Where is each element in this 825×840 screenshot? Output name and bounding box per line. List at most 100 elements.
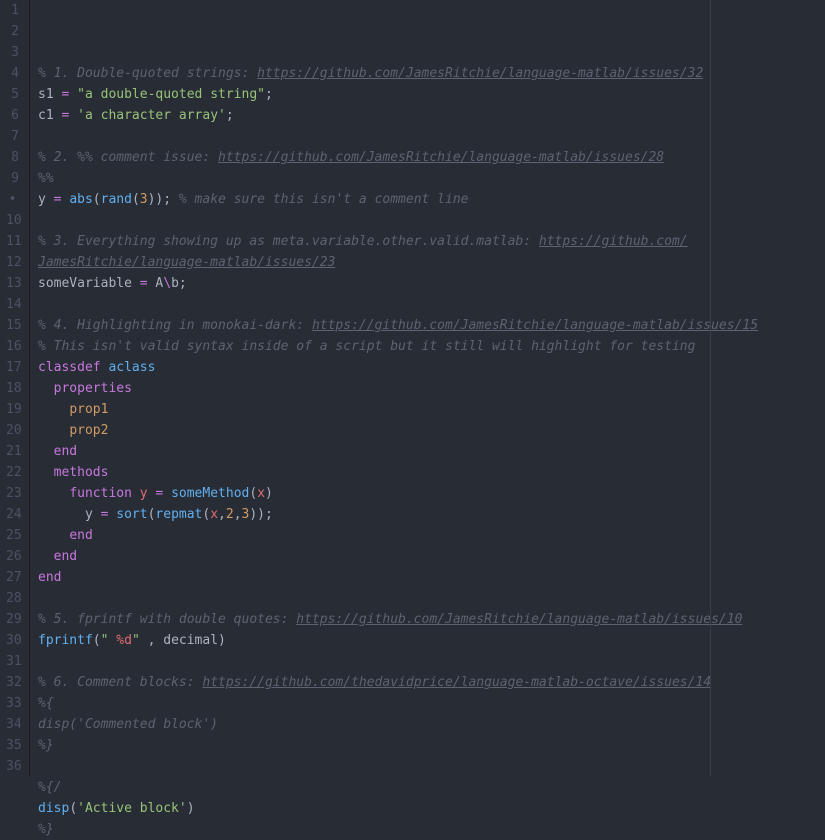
code-line[interactable]: classdef aclass [38,357,825,378]
token-pl: ( [69,801,77,816]
line-number: 2 [6,21,19,42]
token-cm: % 3. Everything showing up as meta.varia… [38,234,539,249]
line-number: 6 [6,105,19,126]
code-line[interactable]: %{/ [38,777,825,798]
code-line[interactable]: %% [38,168,825,189]
token-cm: disp('Commented block') [38,717,218,732]
token-pl: y [38,507,101,522]
code-line[interactable]: prop1 [38,399,825,420]
code-line[interactable]: end [38,546,825,567]
code-line[interactable]: prop2 [38,420,825,441]
code-line[interactable]: JamesRitchie/language-matlab/issues/23 [38,252,825,273]
line-number: 28 [6,588,19,609]
code-area[interactable]: % 1. Double-quoted strings: https://gith… [30,0,825,776]
token-pl [38,528,69,543]
token-fn: abs [69,192,92,207]
token-lnk: https://github.com/JamesRitchie/language… [296,612,742,627]
code-line[interactable] [38,210,825,231]
token-cm: %} [38,822,54,837]
token-pl: )); [148,192,179,207]
token-kw: end [69,528,92,543]
token-cm: % 6. Comment blocks: [38,675,202,690]
code-line[interactable]: % 6. Comment blocks: https://github.com/… [38,672,825,693]
code-line[interactable]: % 4. Highlighting in monokai-dark: https… [38,315,825,336]
line-number: 17 [6,357,19,378]
code-line[interactable]: % 5. fprintf with double quotes: https:/… [38,609,825,630]
code-line[interactable]: methods [38,462,825,483]
code-line[interactable]: properties [38,378,825,399]
token-num: 3 [140,192,148,207]
token-pl [38,465,54,480]
token-fn: rand [101,192,132,207]
token-kw: end [54,549,77,564]
token-pl: c1 [38,108,61,123]
code-line[interactable]: end [38,525,825,546]
code-line[interactable]: c1 = 'a character array'; [38,105,825,126]
token-kw: end [38,570,61,585]
line-number: 35 [6,735,19,756]
line-number: 20 [6,420,19,441]
line-number: 10 [6,210,19,231]
code-line[interactable]: disp('Active block') [38,798,825,819]
token-pl [69,108,77,123]
token-pl: ; [226,108,234,123]
code-line[interactable] [38,588,825,609]
code-line[interactable]: %{ [38,693,825,714]
token-lnk: https://github.com/JamesRitchie/language… [257,66,703,81]
code-line[interactable]: s1 = "a double-quoted string"; [38,84,825,105]
token-pl: ) [187,801,195,816]
code-line[interactable]: someVariable = A\b; [38,273,825,294]
code-line[interactable] [38,294,825,315]
token-kw: end [54,444,77,459]
line-number: 34 [6,714,19,735]
code-line[interactable]: fprintf(" %d" , decimal) [38,630,825,651]
code-line[interactable]: disp('Commented block') [38,714,825,735]
token-pl: b; [171,276,187,291]
line-number: 12 [6,252,19,273]
token-cm: %% [38,171,54,186]
token-kw: classdef [38,360,101,375]
token-fn: sort [116,507,147,522]
token-kw: \ [163,276,171,291]
token-pl: ( [93,633,101,648]
line-number: 24 [6,504,19,525]
line-number: 13 [6,273,19,294]
code-line[interactable]: %} [38,819,825,840]
token-cm: % This isn't valid syntax inside of a sc… [38,339,695,354]
token-fn: fprintf [38,633,93,648]
token-pl: s1 [38,87,61,102]
code-line[interactable] [38,756,825,777]
token-id: x [257,486,265,501]
code-line[interactable] [38,651,825,672]
code-editor[interactable]: 123456789•101112131415161718192021222324… [0,0,825,776]
token-pl [38,381,54,396]
code-line[interactable] [38,126,825,147]
token-str: "a double-quoted string" [77,87,265,102]
token-cm: % 5. fprintf with double quotes: [38,612,296,627]
line-number: 30 [6,630,19,651]
code-line[interactable]: y = abs(rand(3)); % make sure this isn't… [38,189,825,210]
line-number: 23 [6,483,19,504]
token-fn: someMethod [171,486,249,501]
code-line[interactable]: % 3. Everything showing up as meta.varia… [38,231,825,252]
code-line[interactable]: function y = someMethod(x) [38,483,825,504]
token-cm: % 1. Double-quoted strings: [38,66,257,81]
token-str: 'a character array' [77,108,226,123]
token-fn: aclass [108,360,155,375]
token-pl [132,486,140,501]
token-cm: % 2. %% comment issue: [38,150,218,165]
code-line[interactable]: %} [38,735,825,756]
code-line[interactable]: % 2. %% comment issue: https://github.co… [38,147,825,168]
token-pl: someVariable [38,276,140,291]
line-number: 26 [6,546,19,567]
code-line[interactable]: y = sort(repmat(x,2,3)); [38,504,825,525]
line-number: 29 [6,609,19,630]
code-line[interactable]: end [38,567,825,588]
line-number: 5 [6,84,19,105]
code-line[interactable]: end [38,441,825,462]
line-number: 9 [6,168,19,189]
code-line[interactable]: % 1. Double-quoted strings: https://gith… [38,63,825,84]
code-line[interactable]: % This isn't valid syntax inside of a sc… [38,336,825,357]
token-pl: ( [93,192,101,207]
token-cm: % 4. Highlighting in monokai-dark: [38,318,312,333]
